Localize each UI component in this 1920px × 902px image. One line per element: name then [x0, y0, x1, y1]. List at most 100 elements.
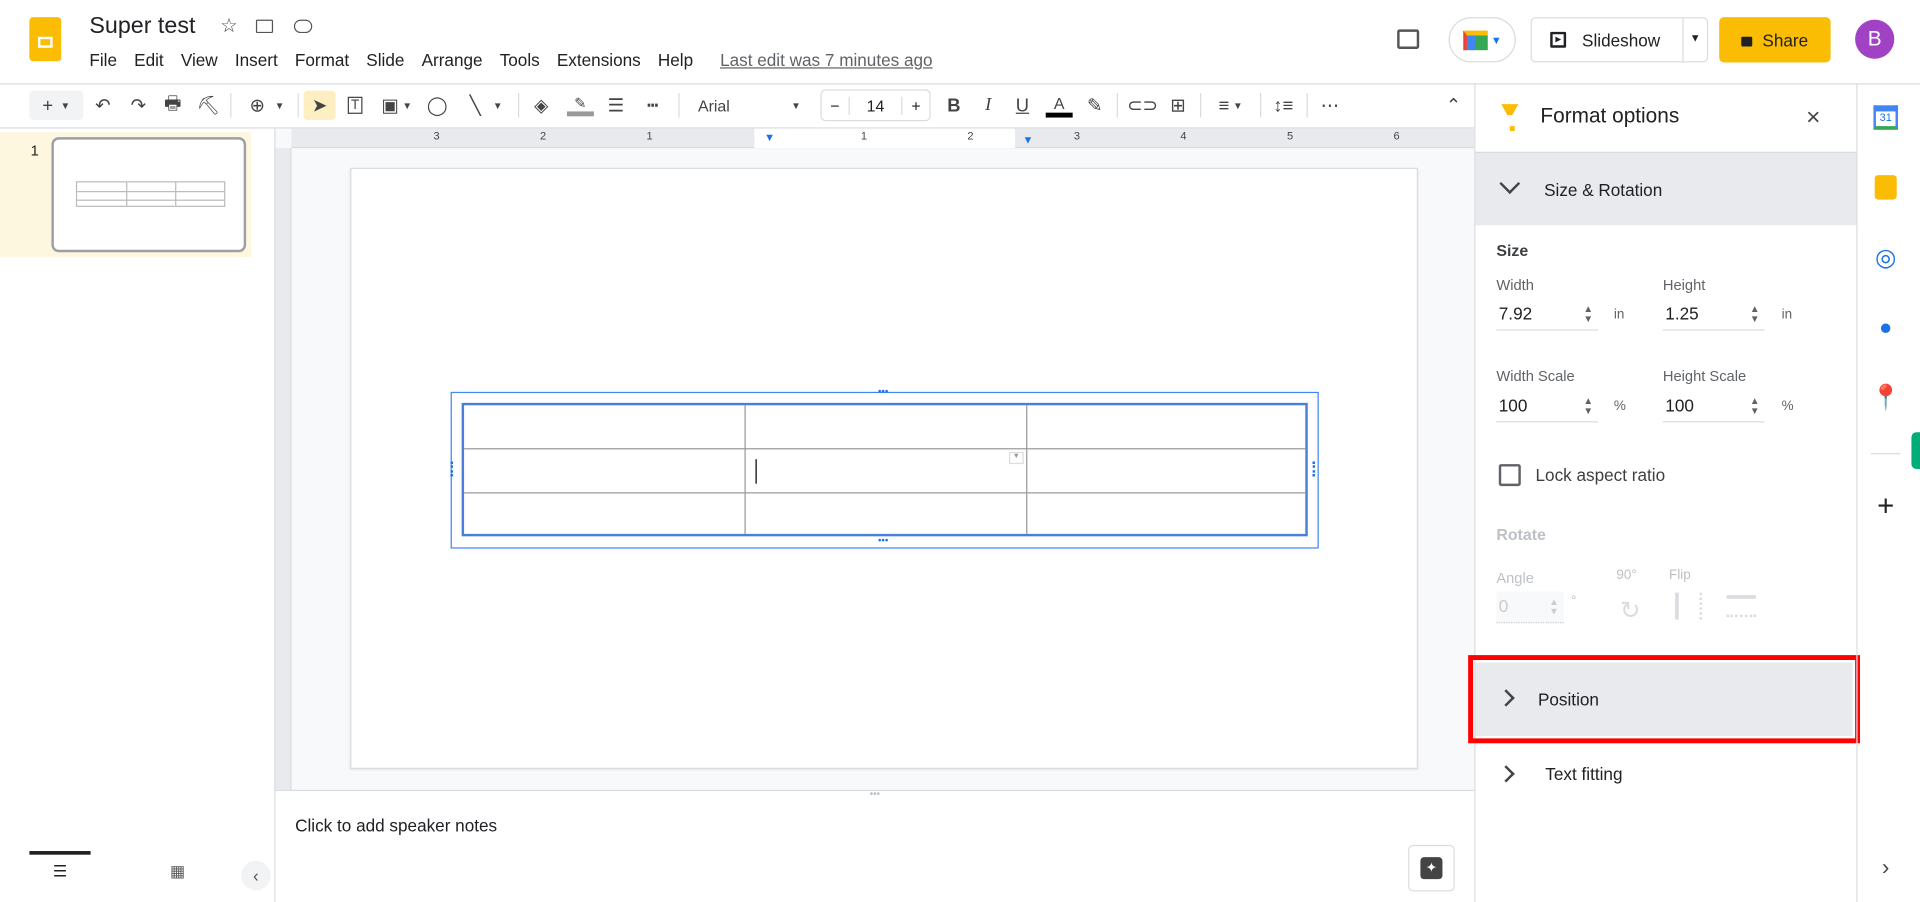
star-icon[interactable]: ☆: [217, 13, 241, 37]
table[interactable]: ▼: [461, 402, 1308, 537]
add-app-icon[interactable]: +: [1871, 490, 1900, 523]
text-box-icon[interactable]: T: [342, 91, 369, 120]
menu-file[interactable]: File: [89, 50, 117, 70]
width-scale-input[interactable]: 100 ▲ ▼: [1496, 391, 1598, 423]
table-selection-box[interactable]: ▼ ••• •••: [450, 386, 1319, 549]
menu-arrange[interactable]: Arrange: [422, 50, 483, 70]
menu-edit[interactable]: Edit: [134, 50, 164, 70]
slides-logo[interactable]: [29, 17, 62, 62]
image-icon[interactable]: ▣ ▼: [377, 91, 416, 120]
left-indent-marker[interactable]: ▼: [764, 131, 775, 143]
lock-aspect-checkbox[interactable]: [1498, 464, 1521, 487]
slide-number: 1: [30, 142, 39, 160]
font-family-select[interactable]: Arial ▼: [688, 91, 810, 120]
expand-side-panel-icon[interactable]: ›: [1871, 852, 1900, 881]
menu-format[interactable]: Format: [295, 50, 349, 70]
select-cursor-icon[interactable]: ➤: [303, 90, 336, 121]
print-icon[interactable]: 🖶: [160, 91, 184, 120]
explore-button[interactable]: ✦: [1408, 844, 1455, 892]
divider: [517, 93, 520, 118]
link-icon[interactable]: ⊂⊃: [1127, 91, 1158, 120]
line-icon[interactable]: ╲ ▼: [460, 91, 511, 120]
meet-icon: [1462, 30, 1488, 50]
thumbnail-table: [75, 181, 226, 207]
right-indent-marker[interactable]: ▼: [1022, 133, 1033, 145]
canvas-area: 3 2 1 1 2 3 4 5 6 ▼ ▼ ▼ ••• •••: [275, 128, 1475, 790]
share-button[interactable]: Share: [1719, 17, 1831, 63]
increase-font-button[interactable]: +: [901, 96, 930, 115]
speaker-notes[interactable]: Click to add speaker notes: [295, 816, 497, 836]
slideshow-button[interactable]: ▶ Slideshow ▼: [1530, 17, 1709, 63]
contacts-icon[interactable]: ●: [1871, 312, 1900, 341]
tasks-icon[interactable]: ◎: [1871, 242, 1900, 271]
menu-tools[interactable]: Tools: [500, 50, 540, 70]
highlight-icon[interactable]: ✎: [1082, 91, 1106, 120]
decrease-font-button[interactable]: −: [822, 96, 850, 115]
slideshow-dropdown-icon[interactable]: ▼: [1690, 32, 1701, 44]
fill-color-icon[interactable]: ◈: [529, 91, 553, 120]
italic-icon[interactable]: I: [976, 91, 1000, 120]
collapse-filmstrip-button[interactable]: ‹: [241, 860, 271, 891]
paint-format-icon[interactable]: ⛏: [196, 91, 220, 120]
lock-aspect-label[interactable]: Lock aspect ratio: [1536, 465, 1666, 485]
menu-view[interactable]: View: [181, 50, 218, 70]
divider: [1116, 93, 1118, 118]
keep-icon[interactable]: [1871, 173, 1900, 202]
border-color-icon[interactable]: ✎: [566, 91, 595, 120]
add-comment-icon[interactable]: ⊞: [1166, 91, 1190, 120]
bold-icon[interactable]: B: [942, 91, 966, 120]
slide[interactable]: ▼ ••• •••: [350, 167, 1418, 769]
menu-extensions[interactable]: Extensions: [557, 50, 641, 70]
cell-menu-icon[interactable]: ▼: [1008, 451, 1024, 465]
height-scale-input[interactable]: 100 ▲ ▼: [1662, 391, 1765, 423]
menu-help[interactable]: Help: [658, 50, 693, 70]
side-panel-indicator: [1911, 432, 1920, 469]
redo-icon[interactable]: ↷: [126, 91, 150, 120]
filmstrip: 1 ☰ ▦ ‹: [0, 128, 276, 902]
resize-handle-bottom[interactable]: •••: [878, 535, 888, 546]
horizontal-ruler[interactable]: 3 2 1 1 2 3 4 5 6 ▼ ▼: [291, 128, 1475, 149]
underline-icon[interactable]: U: [1010, 91, 1034, 120]
menu-slide[interactable]: Slide: [366, 50, 404, 70]
width-input[interactable]: 7.92 ▲ ▼: [1496, 299, 1598, 331]
close-icon[interactable]: ×: [1806, 104, 1820, 132]
calendar-icon[interactable]: 31: [1871, 103, 1900, 132]
section-position[interactable]: Position: [1468, 655, 1861, 744]
height-input[interactable]: 1.25 ▲ ▼: [1662, 299, 1765, 331]
section-text-fitting[interactable]: Text fitting: [1476, 743, 1858, 807]
undo-icon[interactable]: ↶: [91, 91, 115, 120]
document-title[interactable]: Super test: [89, 13, 195, 40]
resize-handle-right[interactable]: [1312, 461, 1316, 477]
text-color-icon[interactable]: A: [1044, 91, 1073, 120]
section-size-rotation[interactable]: Size & Rotation: [1475, 151, 1858, 226]
last-edit-link[interactable]: Last edit was 7 minutes ago: [720, 50, 933, 70]
vertical-ruler[interactable]: [275, 148, 292, 790]
menu-insert[interactable]: Insert: [235, 50, 278, 70]
notes-resize-handle[interactable]: •••: [275, 789, 1475, 801]
grid-view-button[interactable]: ▦: [159, 855, 196, 888]
avatar[interactable]: B: [1855, 19, 1895, 59]
meet-button[interactable]: ▼: [1448, 17, 1516, 63]
move-folder-icon[interactable]: [253, 15, 275, 37]
cloud-saved-icon[interactable]: [291, 15, 313, 37]
filmstrip-view-button[interactable]: ☰: [29, 851, 91, 888]
collapse-toolbar-icon[interactable]: ⌃: [1441, 91, 1465, 120]
resize-handle-top[interactable]: •••: [878, 386, 888, 397]
resize-handle-left[interactable]: [450, 461, 454, 477]
border-dash-icon[interactable]: ┅: [640, 91, 664, 120]
maps-icon[interactable]: 📍: [1870, 382, 1900, 411]
size-heading: Size: [1496, 241, 1529, 260]
line-spacing-icon[interactable]: ↕≡: [1270, 91, 1297, 120]
ruler-tick-label: 1: [860, 129, 867, 143]
slide-thumbnail-1[interactable]: 1: [0, 132, 252, 258]
zoom-icon[interactable]: ⊕ ▼: [242, 91, 291, 120]
border-weight-icon[interactable]: ☰: [604, 91, 628, 120]
comments-icon[interactable]: [1393, 24, 1422, 53]
align-icon[interactable]: ≡ ▼: [1210, 91, 1252, 120]
shape-icon[interactable]: ◯: [424, 91, 451, 120]
more-icon[interactable]: ⋯: [1318, 91, 1342, 120]
rotate-90-icon: ↻: [1620, 597, 1641, 625]
new-slide-button[interactable]: + ▼: [29, 90, 84, 121]
font-size-input[interactable]: 14: [849, 96, 901, 114]
lock-icon: [1741, 36, 1753, 47]
